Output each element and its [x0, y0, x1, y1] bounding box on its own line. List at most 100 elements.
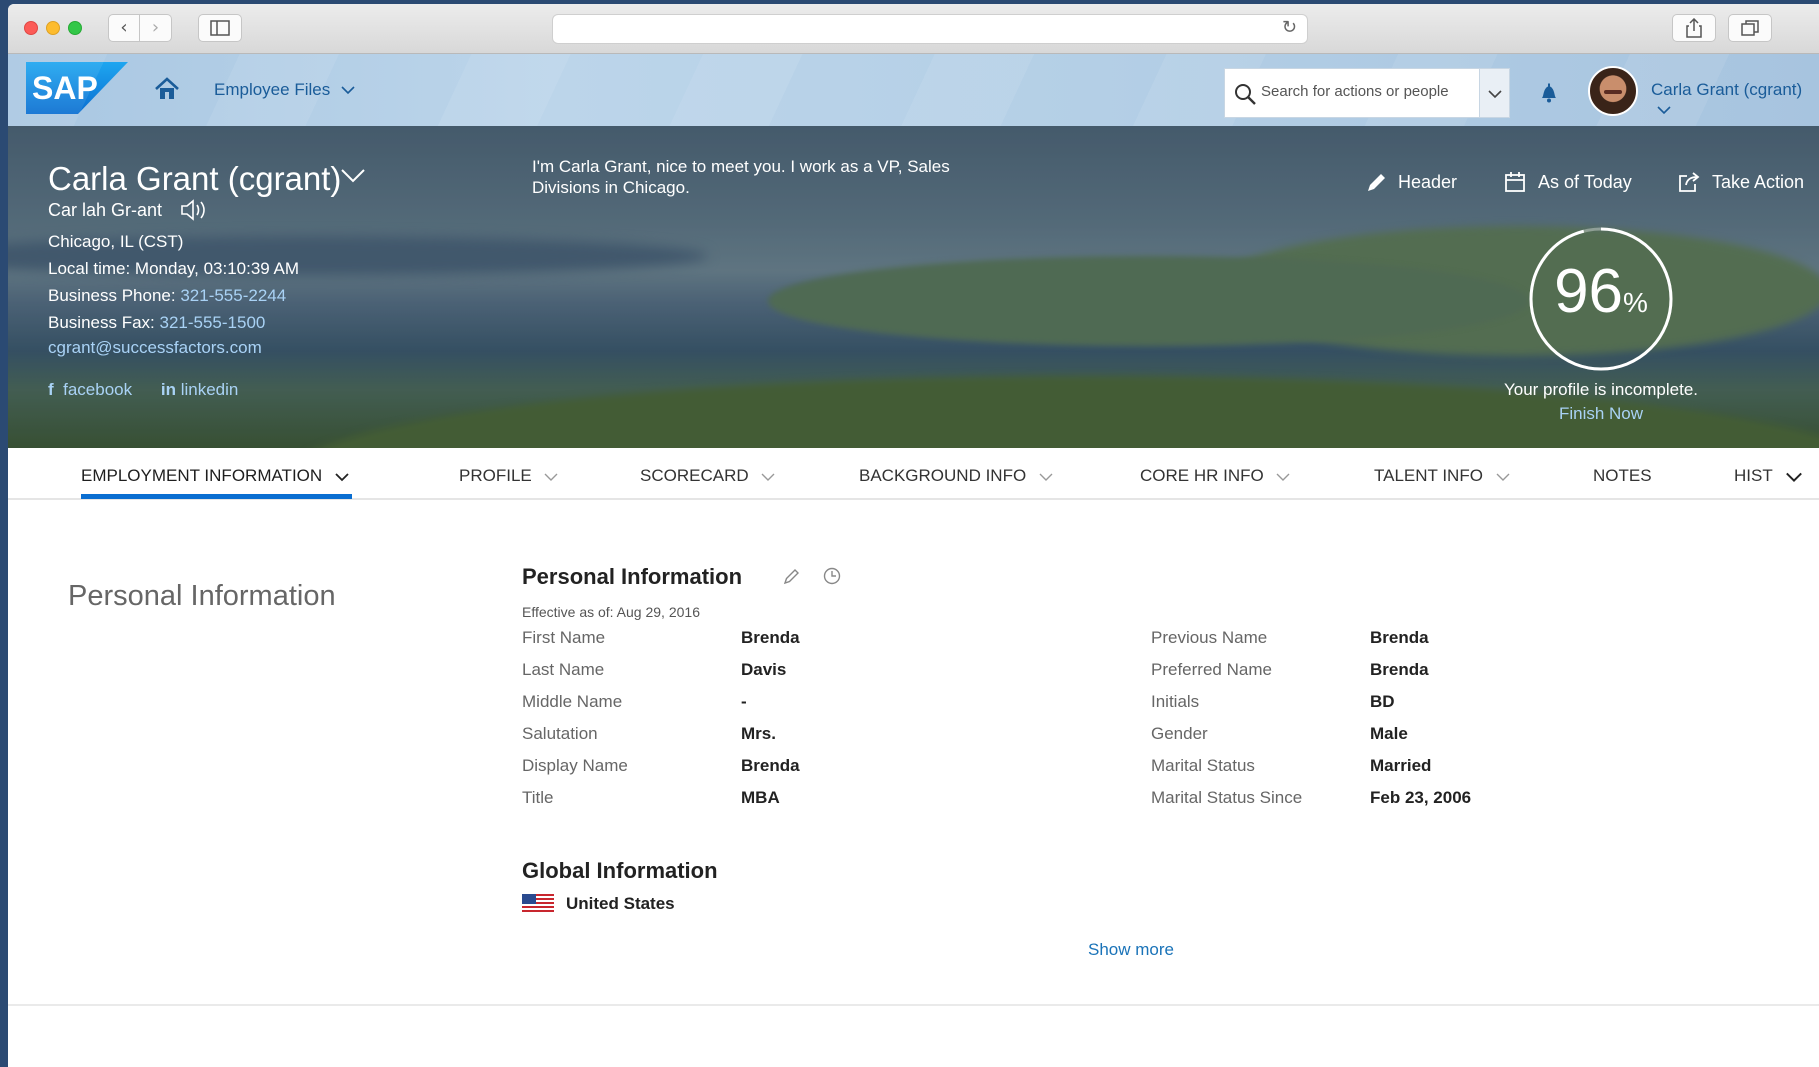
finish-now-link[interactable]: Finish Now — [1468, 404, 1734, 424]
tab-scorecard[interactable]: SCORECARD — [640, 466, 775, 486]
field-value: Davis — [741, 660, 787, 679]
field-label: Salutation — [522, 724, 598, 743]
show-tabs-button[interactable] — [1728, 14, 1772, 42]
chevron-down-icon[interactable] — [340, 166, 366, 186]
local-time: Local time: Monday, 03:10:39 AM — [48, 259, 300, 278]
facebook-link[interactable]: f facebook — [48, 380, 144, 399]
take-action-label: Take Action — [1712, 172, 1805, 192]
sidebar-toggle-button[interactable] — [198, 14, 242, 42]
percent-sign: % — [1623, 287, 1648, 318]
shell-bar: SAP Employee Files Carla Grant (cgrant) — [8, 54, 1819, 126]
tab-label: BACKGROUND INFO — [859, 466, 1027, 485]
business-fax-link[interactable]: 321-555-1500 — [160, 313, 266, 332]
field-label: Preferred Name — [1151, 660, 1272, 679]
country-value: United States — [566, 894, 675, 913]
sap-logo[interactable]: SAP — [26, 62, 128, 114]
tab-talent-info[interactable]: TALENT INFO — [1374, 466, 1510, 486]
home-icon[interactable] — [154, 76, 180, 102]
tab-label: NOTES — [1593, 466, 1652, 485]
forward-button[interactable]: › — [140, 14, 172, 42]
tab-employment-information[interactable]: EMPLOYMENT INFORMATION — [81, 466, 349, 486]
field-value: Mrs. — [741, 724, 776, 743]
social-links: f facebook in linkedin — [48, 380, 262, 400]
close-window-button[interactable] — [24, 21, 38, 35]
business-fax-label: Business Fax: — [48, 313, 155, 332]
field-label: Display Name — [522, 756, 628, 775]
section-tab-bar: EMPLOYMENT INFORMATION PROFILE SCORECARD… — [8, 448, 1819, 500]
as-of-today-label: As of Today — [1538, 172, 1632, 192]
linkedin-icon: in — [160, 380, 176, 399]
business-phone-link[interactable]: 321-555-2244 — [180, 286, 286, 305]
chevron-down-icon — [1488, 90, 1502, 99]
field-value: MBA — [741, 788, 780, 807]
section-heading: Personal Information — [68, 580, 336, 612]
minimize-window-button[interactable] — [46, 21, 60, 35]
tab-history[interactable]: HIST — [1734, 466, 1803, 486]
employee-files-menu[interactable]: Employee Files — [214, 80, 355, 100]
calendar-icon — [1505, 172, 1525, 192]
profile-header: Carla Grant (cgrant) Car lah Gr-ant Chic… — [8, 126, 1819, 448]
active-tab-indicator — [81, 494, 352, 499]
field-label: Marital Status — [1151, 756, 1255, 775]
global-information-title: Global Information — [522, 858, 718, 883]
take-action-icon — [1679, 172, 1700, 192]
profile-incomplete-message: Your profile is incomplete. — [1503, 380, 1699, 399]
field-value: Married — [1370, 756, 1432, 775]
browser-toolbar: ‹ › ↻ — [8, 4, 1819, 54]
field-label: Title — [522, 788, 554, 807]
reload-icon[interactable]: ↻ — [1282, 17, 1297, 38]
completion-value: 96 — [1554, 257, 1624, 326]
maximize-window-button[interactable] — [68, 21, 82, 35]
user-name-label: Carla Grant (cgrant) — [1651, 80, 1803, 99]
tab-notes[interactable]: NOTES — [1593, 466, 1652, 486]
tab-background-info[interactable]: BACKGROUND INFO — [859, 466, 1053, 486]
personal-information-section: Personal Information Personal Informatio… — [8, 500, 1819, 1006]
show-more-link[interactable]: Show more — [1088, 940, 1174, 960]
field-label: Middle Name — [522, 692, 623, 711]
business-phone-label: Business Phone: — [48, 286, 176, 305]
facebook-label: facebook — [63, 380, 133, 399]
chevron-down-icon — [544, 473, 558, 481]
tab-label: TALENT INFO — [1374, 466, 1483, 485]
address-bar[interactable]: ↻ — [552, 14, 1308, 44]
email-address[interactable]: cgrant@successfactors.com — [48, 338, 262, 357]
user-menu[interactable]: Carla Grant (cgrant) — [1651, 80, 1819, 120]
chevron-down-icon — [761, 473, 775, 481]
field-label: Marital Status Since — [1151, 788, 1303, 807]
header-button-label: Header — [1398, 172, 1458, 192]
linkedin-link[interactable]: in linkedin — [161, 380, 251, 399]
facebook-icon: f — [48, 380, 54, 399]
field-value: BD — [1370, 692, 1395, 711]
field-value: Brenda — [1370, 628, 1429, 647]
field-value: Feb 23, 2006 — [1370, 788, 1472, 807]
avatar[interactable] — [1588, 66, 1638, 116]
field-value: Brenda — [741, 628, 800, 647]
location: Chicago, IL (CST) — [48, 232, 184, 251]
field-label: Last Name — [522, 660, 605, 679]
pencil-icon[interactable] — [782, 566, 802, 586]
search-input[interactable] — [1261, 83, 1473, 100]
bell-icon[interactable] — [1538, 82, 1560, 104]
share-button[interactable] — [1672, 14, 1716, 42]
linkedin-label: linkedin — [180, 380, 239, 399]
pencil-icon — [1368, 174, 1385, 191]
tab-label: CORE HR INFO — [1140, 466, 1264, 485]
name-pronunciation: Car lah Gr-ant — [48, 200, 163, 220]
tab-label: EMPLOYMENT INFORMATION — [81, 466, 323, 485]
tabs-icon — [1741, 20, 1759, 36]
history-icon[interactable] — [822, 566, 842, 586]
chevron-down-icon — [1276, 473, 1290, 481]
field-label: Previous Name — [1151, 628, 1268, 647]
back-button[interactable]: ‹ — [108, 14, 140, 42]
us-flag-icon — [522, 894, 554, 914]
field-value: Male — [1370, 724, 1408, 743]
email-link[interactable]: cgrant@successfactors.com — [48, 338, 262, 358]
search-field[interactable] — [1224, 68, 1480, 118]
field-label: First Name — [522, 628, 606, 647]
business-fax: Business Fax: 321-555-1500 — [48, 313, 265, 333]
tab-core-hr-info[interactable]: CORE HR INFO — [1140, 466, 1290, 486]
chevron-down-icon — [1039, 473, 1053, 481]
tab-profile[interactable]: PROFILE — [459, 466, 558, 486]
search-scope-dropdown[interactable] — [1480, 68, 1510, 118]
speaker-icon[interactable] — [180, 198, 210, 222]
